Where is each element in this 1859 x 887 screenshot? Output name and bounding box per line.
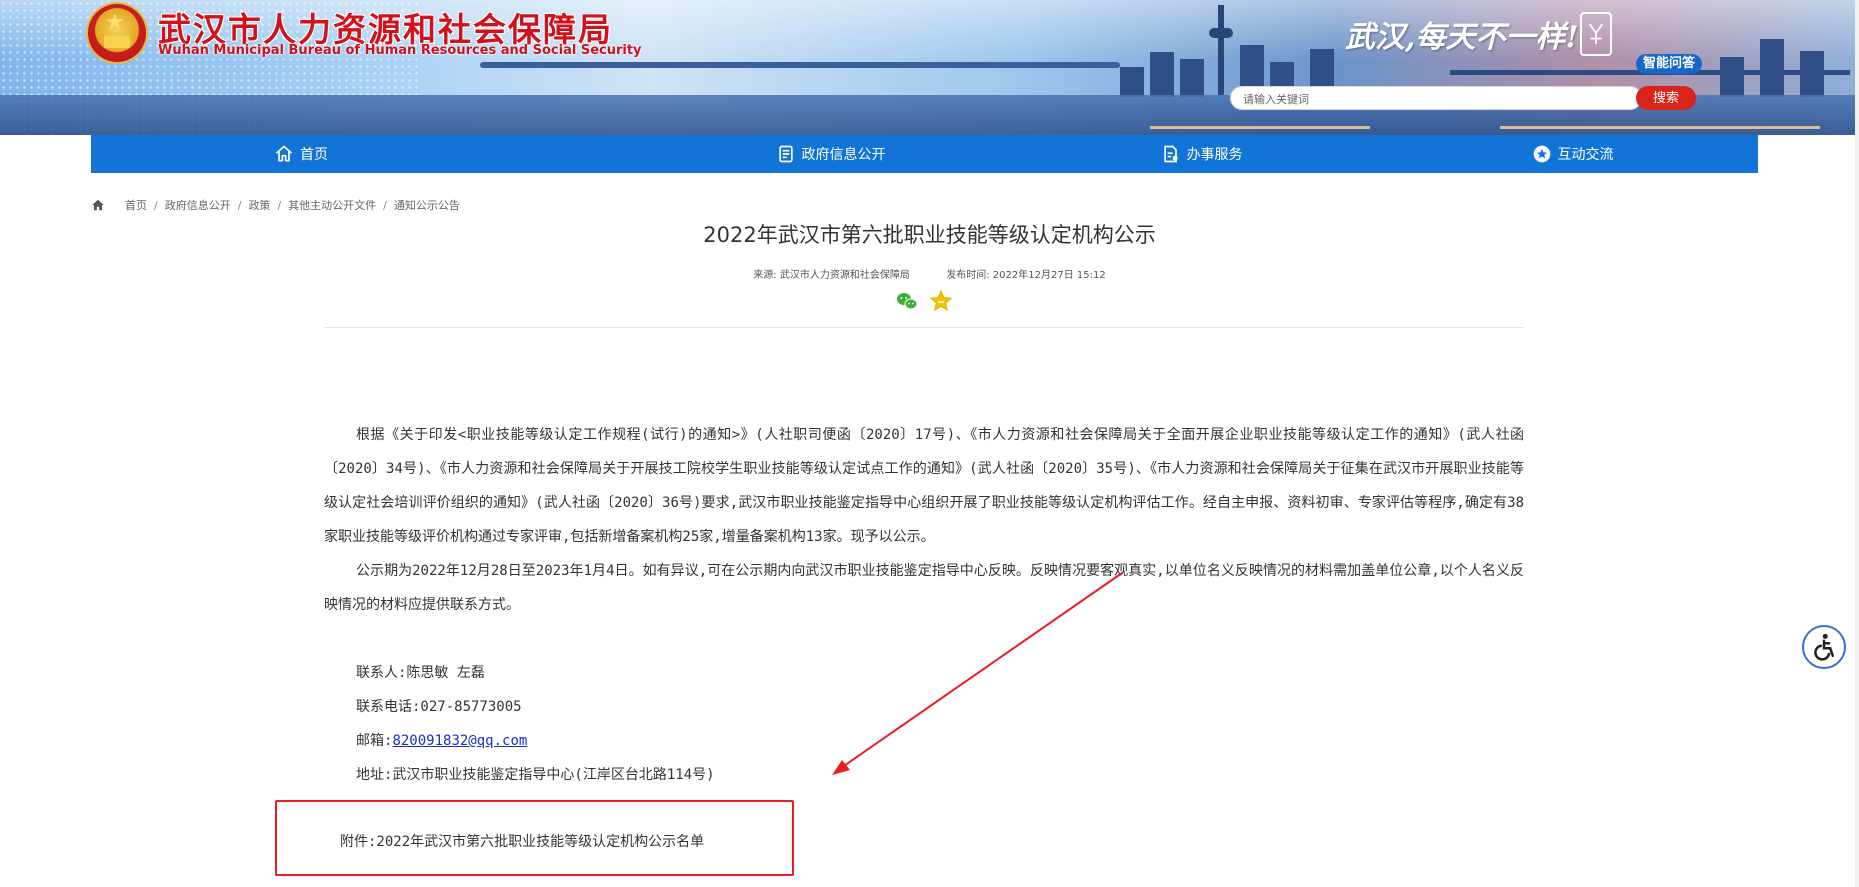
nav-item-label: 政府信息公开 (801, 147, 886, 163)
banner-building (1180, 59, 1204, 97)
breadcrumb-link-gov-info[interactable]: 政府信息公开 (165, 197, 231, 213)
date-label: 发布时间: (946, 270, 990, 281)
breadcrumb-link-notices[interactable]: 通知公示公告 (394, 197, 460, 213)
contact-address: 地址:武汉市职业技能鉴定指导中心(江岸区台北路114号) (356, 767, 715, 783)
banner-building (1800, 51, 1824, 97)
banner-bridge (480, 62, 1120, 68)
breadcrumb-link-other-files[interactable]: 其他主动公开文件 (288, 197, 376, 213)
breadcrumb-separator: / (277, 198, 282, 212)
nav-item-label: 首页 (300, 147, 328, 163)
breadcrumb-link-policy[interactable]: 政策 (248, 197, 270, 213)
wuhan-logo-mark (1588, 23, 1604, 44)
nav-item-interaction[interactable]: 互动交流 (1387, 135, 1758, 173)
breadcrumb: 首页 / 政府信息公开 / 政策 / 其他主动公开文件 / 通知公示公告 (91, 197, 460, 213)
source-value: 武汉市人力资源和社会保障局 (779, 270, 910, 281)
document-icon (778, 145, 793, 163)
annotation-highlight-box (275, 800, 794, 876)
emblem-gate (104, 36, 130, 48)
search-box (1230, 86, 1642, 110)
article-meta: 来源: 武汉市人力资源和社会保障局 发布时间: 2022年12月27日 15:1… (0, 266, 1859, 281)
breadcrumb-separator: / (383, 198, 387, 212)
banner-light-reflection (1500, 126, 1820, 129)
breadcrumb-home-icon[interactable] (91, 198, 105, 212)
nav-item-label: 办事服务 (1186, 147, 1243, 163)
header-divider (324, 327, 1524, 328)
breadcrumb-separator: / (154, 198, 158, 212)
favorite-star-icon[interactable] (929, 289, 953, 313)
contact-email-row: 邮箱:820091832@qq.com (324, 724, 1524, 758)
contact-person: 联系人:陈思敏 左磊 (356, 665, 485, 681)
breadcrumb-separator: / (237, 198, 242, 212)
star-circle-icon (1533, 145, 1550, 163)
nav-item-home[interactable]: 首页 (91, 135, 645, 173)
article-paragraph: 根据《关于印发<职业技能等级认定工作规程(试行)的通知>》(人社职司便函〔202… (324, 427, 1524, 545)
banner-building (1720, 57, 1744, 97)
nav-item-services[interactable]: 办事服务 (1016, 135, 1387, 173)
accessibility-icon (1814, 633, 1834, 661)
accessibility-button[interactable] (1802, 625, 1846, 669)
banner-building (1120, 67, 1144, 97)
site-subtitle: Wuhan Municipal Bureau of Human Resource… (158, 43, 642, 58)
source-label: 来源: (753, 270, 777, 281)
scrollbar-track[interactable] (1855, 0, 1859, 887)
banner-building (1760, 39, 1784, 97)
national-emblem-icon: ★ (88, 4, 146, 62)
search-button[interactable]: 搜索 (1636, 86, 1696, 110)
article-content: 根据《关于印发<职业技能等级认定工作规程(试行)的通知>》(人社职司便函〔202… (324, 418, 1524, 792)
banner-light-reflection (1150, 126, 1370, 129)
home-icon (275, 145, 293, 162)
banner-tv-tower (1218, 5, 1224, 95)
article-title: 2022年武汉市第六批职业技能等级认定机构公示 (703, 223, 1156, 247)
email-label: 邮箱: (356, 733, 393, 749)
wuhan-logo-icon (1580, 12, 1612, 56)
banner-tv-tower-head (1209, 28, 1233, 38)
search-input[interactable] (1241, 89, 1625, 109)
nav-item-label: 互动交流 (1557, 147, 1614, 163)
nav-item-gov-info[interactable]: 政府信息公开 (645, 135, 1016, 173)
article-paragraph: 公示期为2022年12月28日至2023年1月4日。如有异议,可在公示期内向武汉… (324, 563, 1524, 613)
service-icon (1163, 145, 1178, 163)
share-bar (895, 289, 953, 313)
emblem-star-icon: ★ (105, 10, 125, 35)
city-slogan: 武汉,每天不一样! (1345, 20, 1579, 55)
email-link[interactable]: 820091832@qq.com (392, 733, 527, 749)
smart-qa-button[interactable]: 智能问答 (1636, 54, 1703, 74)
publish-date: 2022年12月27日 15:12 (992, 270, 1106, 281)
banner-building (1150, 52, 1174, 97)
main-nav: 首页 政府信息公开 办事服务 互动交流 (91, 135, 1758, 173)
wechat-share-icon[interactable] (895, 289, 919, 313)
contact-phone: 联系电话:027-85773005 (356, 699, 522, 715)
breadcrumb-link-home[interactable]: 首页 (125, 197, 147, 213)
